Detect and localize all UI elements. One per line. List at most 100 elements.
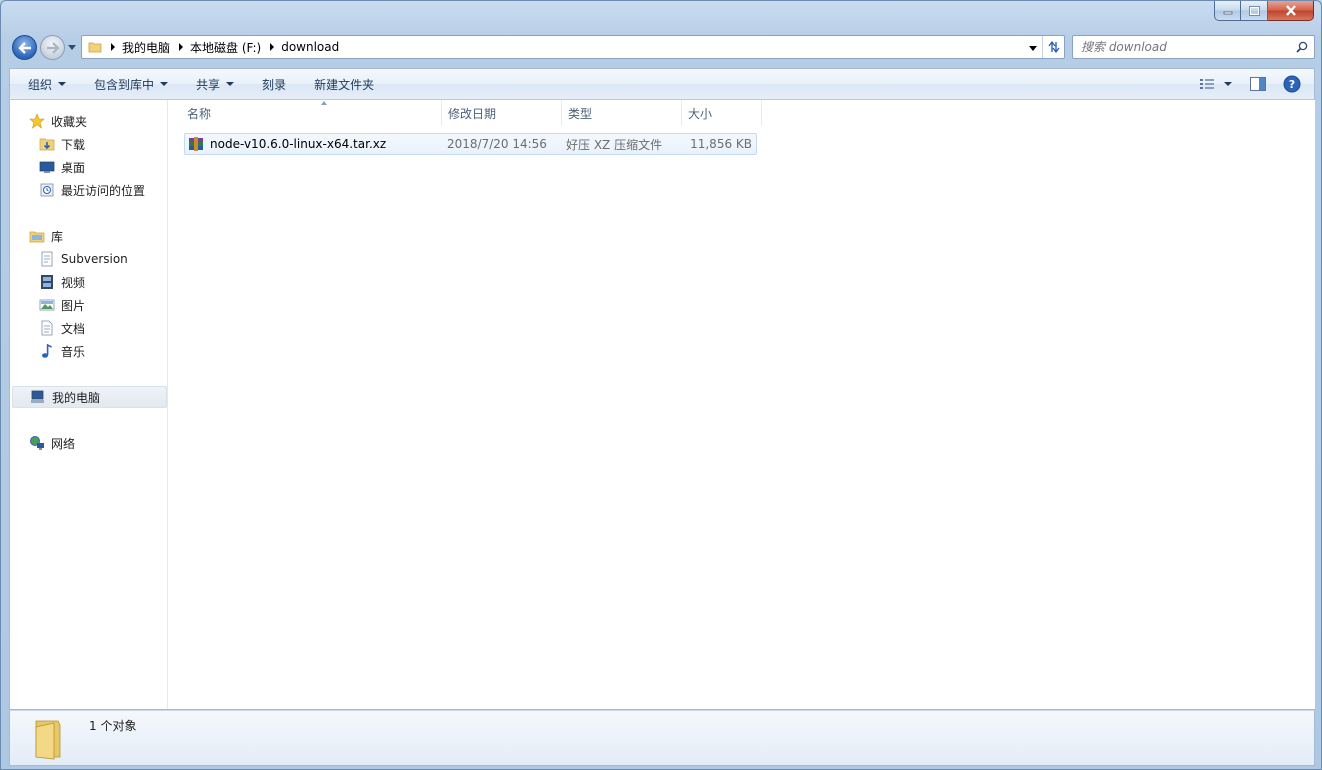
file-date: 2018/7/20 14:56	[447, 137, 547, 151]
column-name-label: 名称	[187, 106, 212, 121]
include-in-library-button[interactable]: 包含到库中	[84, 71, 178, 97]
search-icon[interactable]	[1296, 41, 1308, 53]
sidebar-item-music[interactable]: 音乐	[39, 340, 85, 362]
sidebar-item-label: 桌面	[61, 160, 86, 175]
file-type: 好压 XZ 压缩文件	[566, 137, 663, 152]
column-header-size[interactable]: 大小	[682, 100, 762, 126]
file-row[interactable]: node-v10.6.0-linux-x64.tar.xz 2018/7/20 …	[184, 133, 757, 155]
sidebar-network-label: 网络	[51, 436, 76, 451]
content-area: 收藏夹 下载 桌面 最近访问的位置 库 Subversion 视频 图片 文档 …	[9, 100, 1315, 710]
chevron-down-icon[interactable]	[1224, 82, 1232, 86]
folder-icon	[88, 42, 102, 53]
recent-places-icon	[40, 183, 54, 197]
download-folder-icon	[39, 138, 55, 151]
address-bar[interactable]: 我的电脑 本地磁盘 (F:) download	[81, 35, 1065, 59]
search-box[interactable]	[1072, 35, 1315, 59]
preview-pane-button[interactable]	[1246, 72, 1270, 96]
sidebar-item-label: 下载	[61, 137, 86, 152]
breadcrumb-my-computer[interactable]: 我的电脑	[122, 39, 170, 56]
breadcrumb-download[interactable]: download	[281, 40, 339, 54]
include-in-library-label: 包含到库中	[94, 77, 155, 92]
view-details-icon	[1200, 79, 1214, 89]
change-view-button[interactable]	[1196, 72, 1236, 96]
help-button[interactable]: ?	[1280, 72, 1304, 96]
sort-ascending-icon	[321, 101, 327, 105]
recent-pages-dropdown[interactable]	[67, 42, 77, 52]
network-icon	[30, 436, 44, 450]
sidebar-libraries-label: 库	[51, 229, 64, 244]
view-controls: ?	[1196, 69, 1314, 99]
sidebar-item-label: 视频	[61, 275, 86, 290]
file-name-cell[interactable]: node-v10.6.0-linux-x64.tar.xz	[188, 134, 386, 154]
close-button[interactable]	[1268, 1, 1314, 21]
breadcrumb-local-disk[interactable]: 本地磁盘 (F:)	[190, 39, 261, 56]
burn-button[interactable]: 刻录	[252, 71, 296, 97]
sidebar-favorites[interactable]: 收藏夹	[29, 110, 87, 132]
column-type-label: 类型	[568, 106, 593, 121]
column-date-label: 修改日期	[448, 106, 497, 121]
library-icon	[29, 231, 45, 243]
column-header-type[interactable]: 类型	[562, 100, 682, 126]
file-name: node-v10.6.0-linux-x64.tar.xz	[210, 137, 387, 151]
sidebar-item-subversion[interactable]: Subversion	[39, 248, 128, 270]
sidebar-item-downloads[interactable]: 下载	[39, 133, 85, 155]
back-button[interactable]	[12, 35, 37, 60]
breadcrumb-separator-icon[interactable]	[110, 43, 116, 51]
explorer-window: 我的电脑 本地磁盘 (F:) download 组织 包含到库中 共享 刻录 新…	[0, 0, 1322, 770]
column-size-label: 大小	[688, 106, 713, 121]
search-input[interactable]	[1073, 36, 1283, 58]
navigation-pane[interactable]: 收藏夹 下载 桌面 最近访问的位置 库 Subversion 视频 图片 文档 …	[10, 100, 168, 709]
sidebar-item-label: 最近访问的位置	[61, 183, 146, 198]
share-button[interactable]: 共享	[186, 71, 244, 97]
forward-button[interactable]	[40, 35, 65, 60]
sidebar-my-computer-label: 我的电脑	[52, 390, 101, 405]
maximize-button[interactable]	[1241, 1, 1268, 21]
new-folder-label: 新建文件夹	[314, 77, 375, 92]
breadcrumb-separator-icon[interactable]	[269, 43, 275, 51]
music-icon	[42, 343, 52, 358]
item-count: 1 个对象	[89, 719, 137, 733]
sidebar-item-videos[interactable]: 视频	[39, 271, 85, 293]
new-folder-button[interactable]: 新建文件夹	[304, 71, 384, 97]
chevron-down-icon	[58, 82, 67, 86]
chevron-down-icon	[160, 82, 169, 86]
command-bar: 组织 包含到库中 共享 刻录 新建文件夹 ?	[9, 68, 1315, 100]
close-icon	[1285, 5, 1296, 16]
video-icon	[41, 275, 53, 289]
navigation-row: 我的电脑 本地磁盘 (F:) download	[9, 32, 1315, 62]
organize-label: 组织	[28, 77, 53, 92]
computer-icon	[31, 390, 44, 403]
burn-label: 刻录	[262, 77, 287, 92]
sidebar-item-label: 音乐	[61, 344, 86, 359]
preview-pane-icon	[1250, 77, 1266, 91]
star-icon	[29, 113, 45, 129]
svg-text:?: ?	[1289, 78, 1295, 91]
pictures-icon	[39, 299, 55, 311]
caption-buttons	[1214, 1, 1314, 21]
arrow-left-icon	[17, 41, 31, 54]
sidebar-network[interactable]: 网络	[29, 432, 75, 454]
details-pane: 1 个对象	[9, 710, 1315, 766]
share-label: 共享	[196, 77, 221, 92]
breadcrumb-separator-icon[interactable]	[178, 43, 184, 51]
address-history-dropdown[interactable]	[1028, 43, 1038, 53]
minimize-button[interactable]	[1214, 1, 1241, 21]
sidebar-item-desktop[interactable]: 桌面	[39, 156, 85, 178]
sidebar-item-label: 文档	[61, 321, 86, 336]
help-icon: ?	[1283, 75, 1301, 93]
file-list[interactable]: 名称 修改日期 类型 大小 node-v10.6.0-linux-x64.tar…	[169, 100, 1315, 709]
sidebar-item-pictures[interactable]: 图片	[39, 294, 85, 316]
sidebar-item-recent-places[interactable]: 最近访问的位置	[39, 179, 145, 201]
column-header-name[interactable]: 名称	[181, 100, 442, 126]
file-size: 11,856 KB	[690, 137, 752, 151]
sidebar-my-computer[interactable]: 我的电脑	[12, 386, 167, 408]
refresh-button[interactable]	[1042, 36, 1064, 58]
arrow-right-icon	[46, 41, 60, 54]
column-header-date[interactable]: 修改日期	[442, 100, 562, 126]
refresh-icon	[1047, 40, 1060, 54]
folder-large-icon	[35, 720, 61, 760]
sidebar-libraries[interactable]: 库	[29, 225, 63, 247]
sidebar-item-documents[interactable]: 文档	[39, 317, 85, 339]
chevron-down-icon	[226, 82, 235, 86]
organize-button[interactable]: 组织	[18, 71, 76, 97]
